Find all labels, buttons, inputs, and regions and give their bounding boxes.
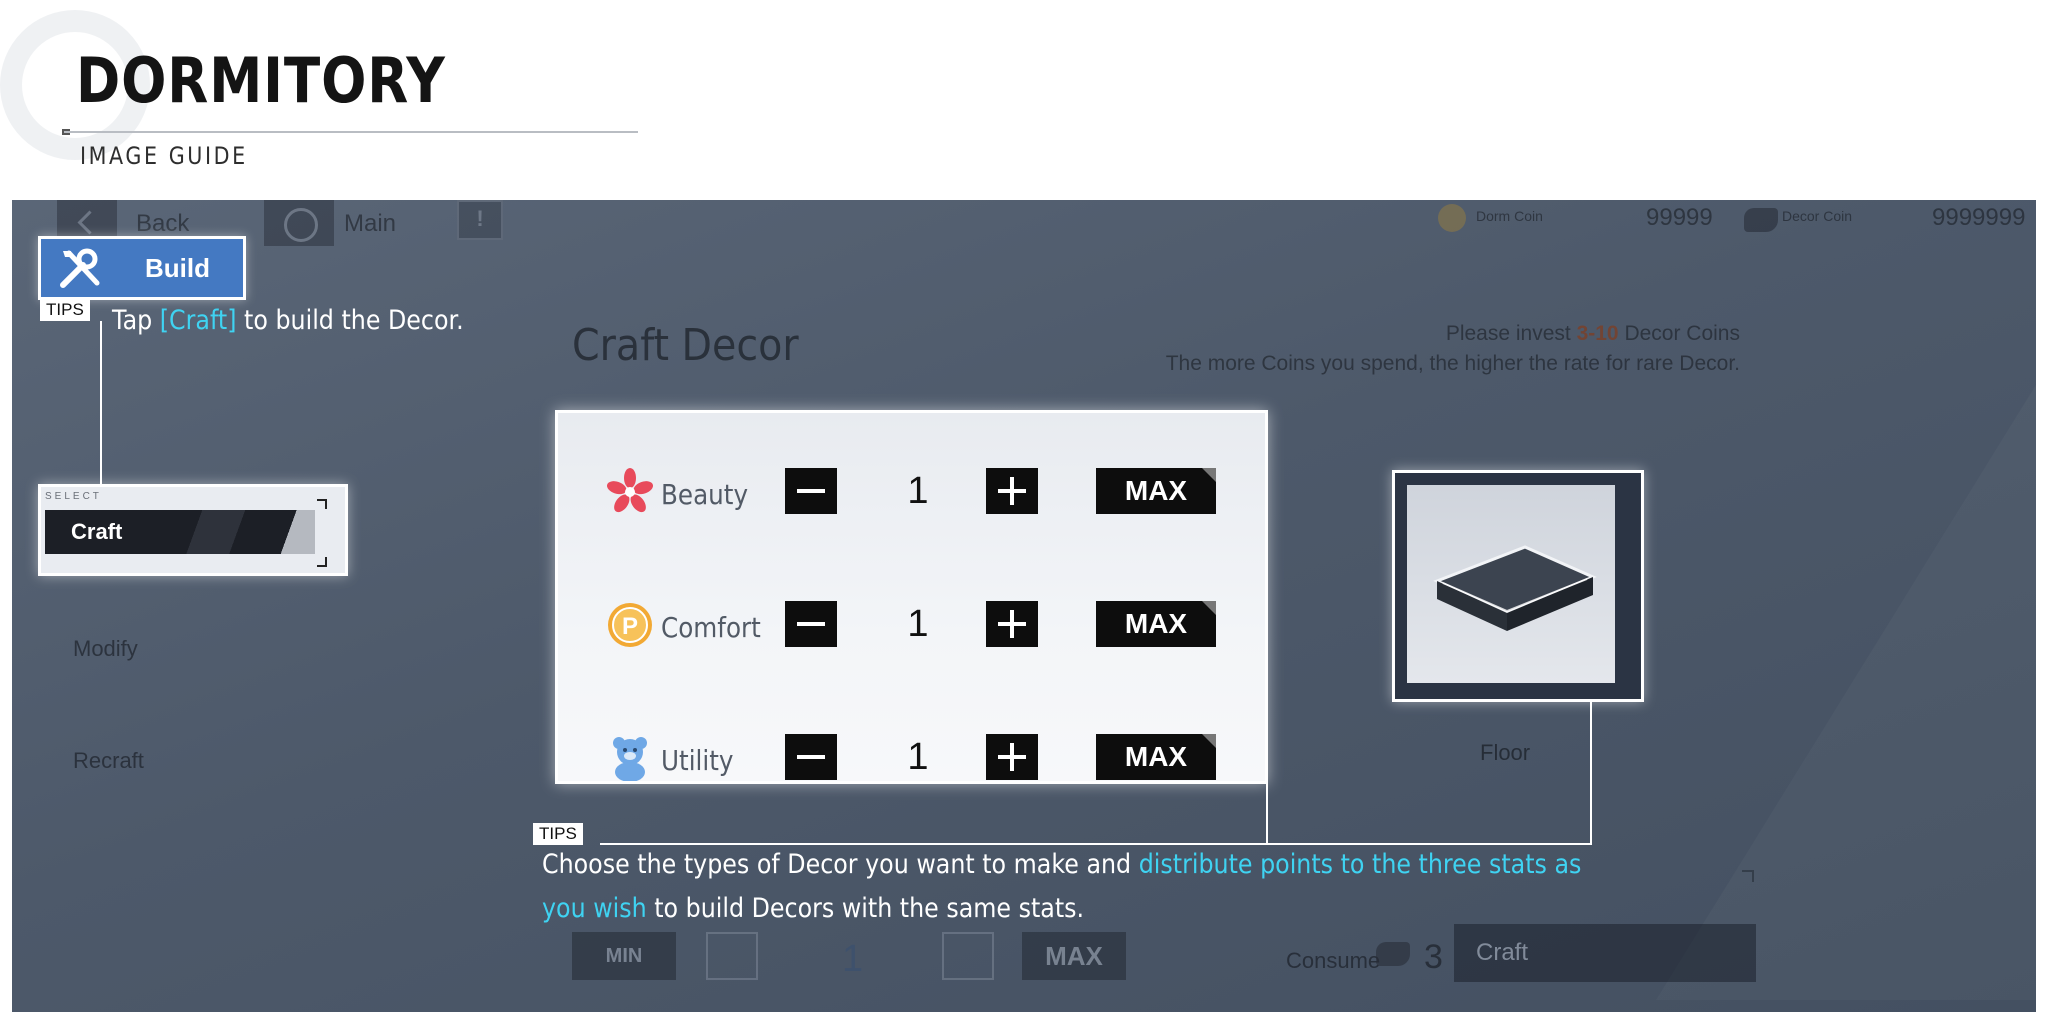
- main-button[interactable]: [264, 200, 334, 246]
- utility-minus-button[interactable]: [785, 734, 837, 780]
- dorm-coin-value: 99999: [1646, 204, 1713, 231]
- preview-label: Floor: [1480, 740, 1531, 765]
- title-divider: [64, 131, 638, 133]
- coin-p-icon: P: [606, 601, 654, 649]
- decor-coin-icon: [1744, 208, 1778, 232]
- comfort-max-button[interactable]: MAX: [1096, 601, 1216, 647]
- tip-craft-text: Tap [Craft] to build the Decor.: [112, 305, 464, 336]
- bracket-top: [317, 499, 327, 509]
- craft-title: Craft Decor: [572, 320, 799, 371]
- info-icon[interactable]: [457, 200, 503, 240]
- stat-row-comfort: P Comfort 1 MAX: [558, 581, 1265, 661]
- decor-coin-label: Decor Coin: [1782, 208, 1853, 224]
- main-label[interactable]: Main: [344, 210, 396, 238]
- beauty-value: 1: [907, 470, 929, 512]
- panel-corner: [1742, 870, 1754, 882]
- bottom-minus-button[interactable]: [706, 932, 758, 980]
- build-label: Build: [145, 253, 210, 283]
- wrench-screwdriver-icon: [57, 247, 105, 296]
- min-button[interactable]: MIN: [572, 932, 676, 980]
- back-label[interactable]: Back: [136, 210, 189, 238]
- tip-connector: [100, 321, 102, 485]
- page-subtitle: IMAGE GUIDE: [80, 142, 248, 170]
- stat-name-utility: Utility: [661, 744, 734, 777]
- svg-text:P: P: [622, 613, 638, 640]
- utility-max-button[interactable]: MAX: [1096, 734, 1216, 780]
- craft-hint-line2: The more Coins you spend, the higher the…: [1165, 352, 1740, 375]
- tip2-connector-preview: [1590, 700, 1592, 844]
- stat-name-beauty: Beauty: [661, 478, 749, 511]
- sidebar-item-recraft[interactable]: Recraft: [73, 748, 144, 774]
- utility-value: 1: [907, 736, 929, 778]
- tips-badge-2: TIPS: [533, 823, 583, 845]
- sidebar-item-craft[interactable]: SELECT Craft: [38, 484, 348, 576]
- tips-badge: TIPS: [40, 299, 90, 321]
- sidebar-item-modify[interactable]: Modify: [73, 636, 138, 662]
- build-button[interactable]: Build: [38, 236, 246, 300]
- comfort-minus-button[interactable]: [785, 601, 837, 647]
- beauty-plus-button[interactable]: [986, 468, 1038, 514]
- sidebar-item-craft-label: Craft: [71, 519, 123, 544]
- page-title: DORMITORY: [76, 44, 446, 117]
- stat-name-comfort: Comfort: [661, 611, 761, 644]
- stat-row-utility: Utility 1 MAX: [558, 714, 1265, 781]
- craft-button[interactable]: Craft: [1454, 924, 1756, 982]
- craft-hint-line1: Please invest 3-10 Decor Coins: [1445, 322, 1740, 345]
- consume-coin-icon: [1376, 942, 1410, 966]
- select-tag: SELECT: [45, 491, 102, 502]
- beauty-minus-button[interactable]: [785, 468, 837, 514]
- dorm-coin-label: Dorm Coin: [1476, 208, 1543, 224]
- consume-label: Consume: [1286, 948, 1381, 973]
- comfort-plus-button[interactable]: [986, 601, 1038, 647]
- tip-distribute-text-line1: Choose the types of Decor you want to ma…: [542, 849, 1582, 880]
- background-shape: [1656, 320, 2036, 1000]
- tip-distribute-text-line2: you wish to build Decors with the same s…: [542, 893, 1085, 924]
- decor-preview: [1392, 470, 1644, 702]
- decor-coin-value: 9999999: [1932, 204, 2026, 231]
- comfort-value: 1: [907, 603, 929, 645]
- floor-tile-image: [1407, 485, 1615, 683]
- bottom-plus-button[interactable]: [942, 932, 994, 980]
- dorm-coin-icon: [1438, 204, 1466, 232]
- tip2-connector-stats: [1266, 782, 1268, 844]
- bottom-quantity: 1: [842, 938, 864, 980]
- teddy-bear-icon: [606, 734, 654, 781]
- bottom-max-button[interactable]: MAX: [1022, 932, 1126, 980]
- consume-quantity: 3: [1424, 938, 1443, 976]
- tip2-connector-line: [600, 843, 1592, 845]
- beauty-max-button[interactable]: MAX: [1096, 468, 1216, 514]
- stats-panel: Beauty 1 MAX P Comfort 1 MAX Utility 1 M…: [555, 410, 1268, 784]
- bracket-bottom: [317, 557, 327, 567]
- stat-row-beauty: Beauty 1 MAX: [558, 448, 1265, 528]
- flower-icon: [606, 468, 654, 516]
- utility-plus-button[interactable]: [986, 734, 1038, 780]
